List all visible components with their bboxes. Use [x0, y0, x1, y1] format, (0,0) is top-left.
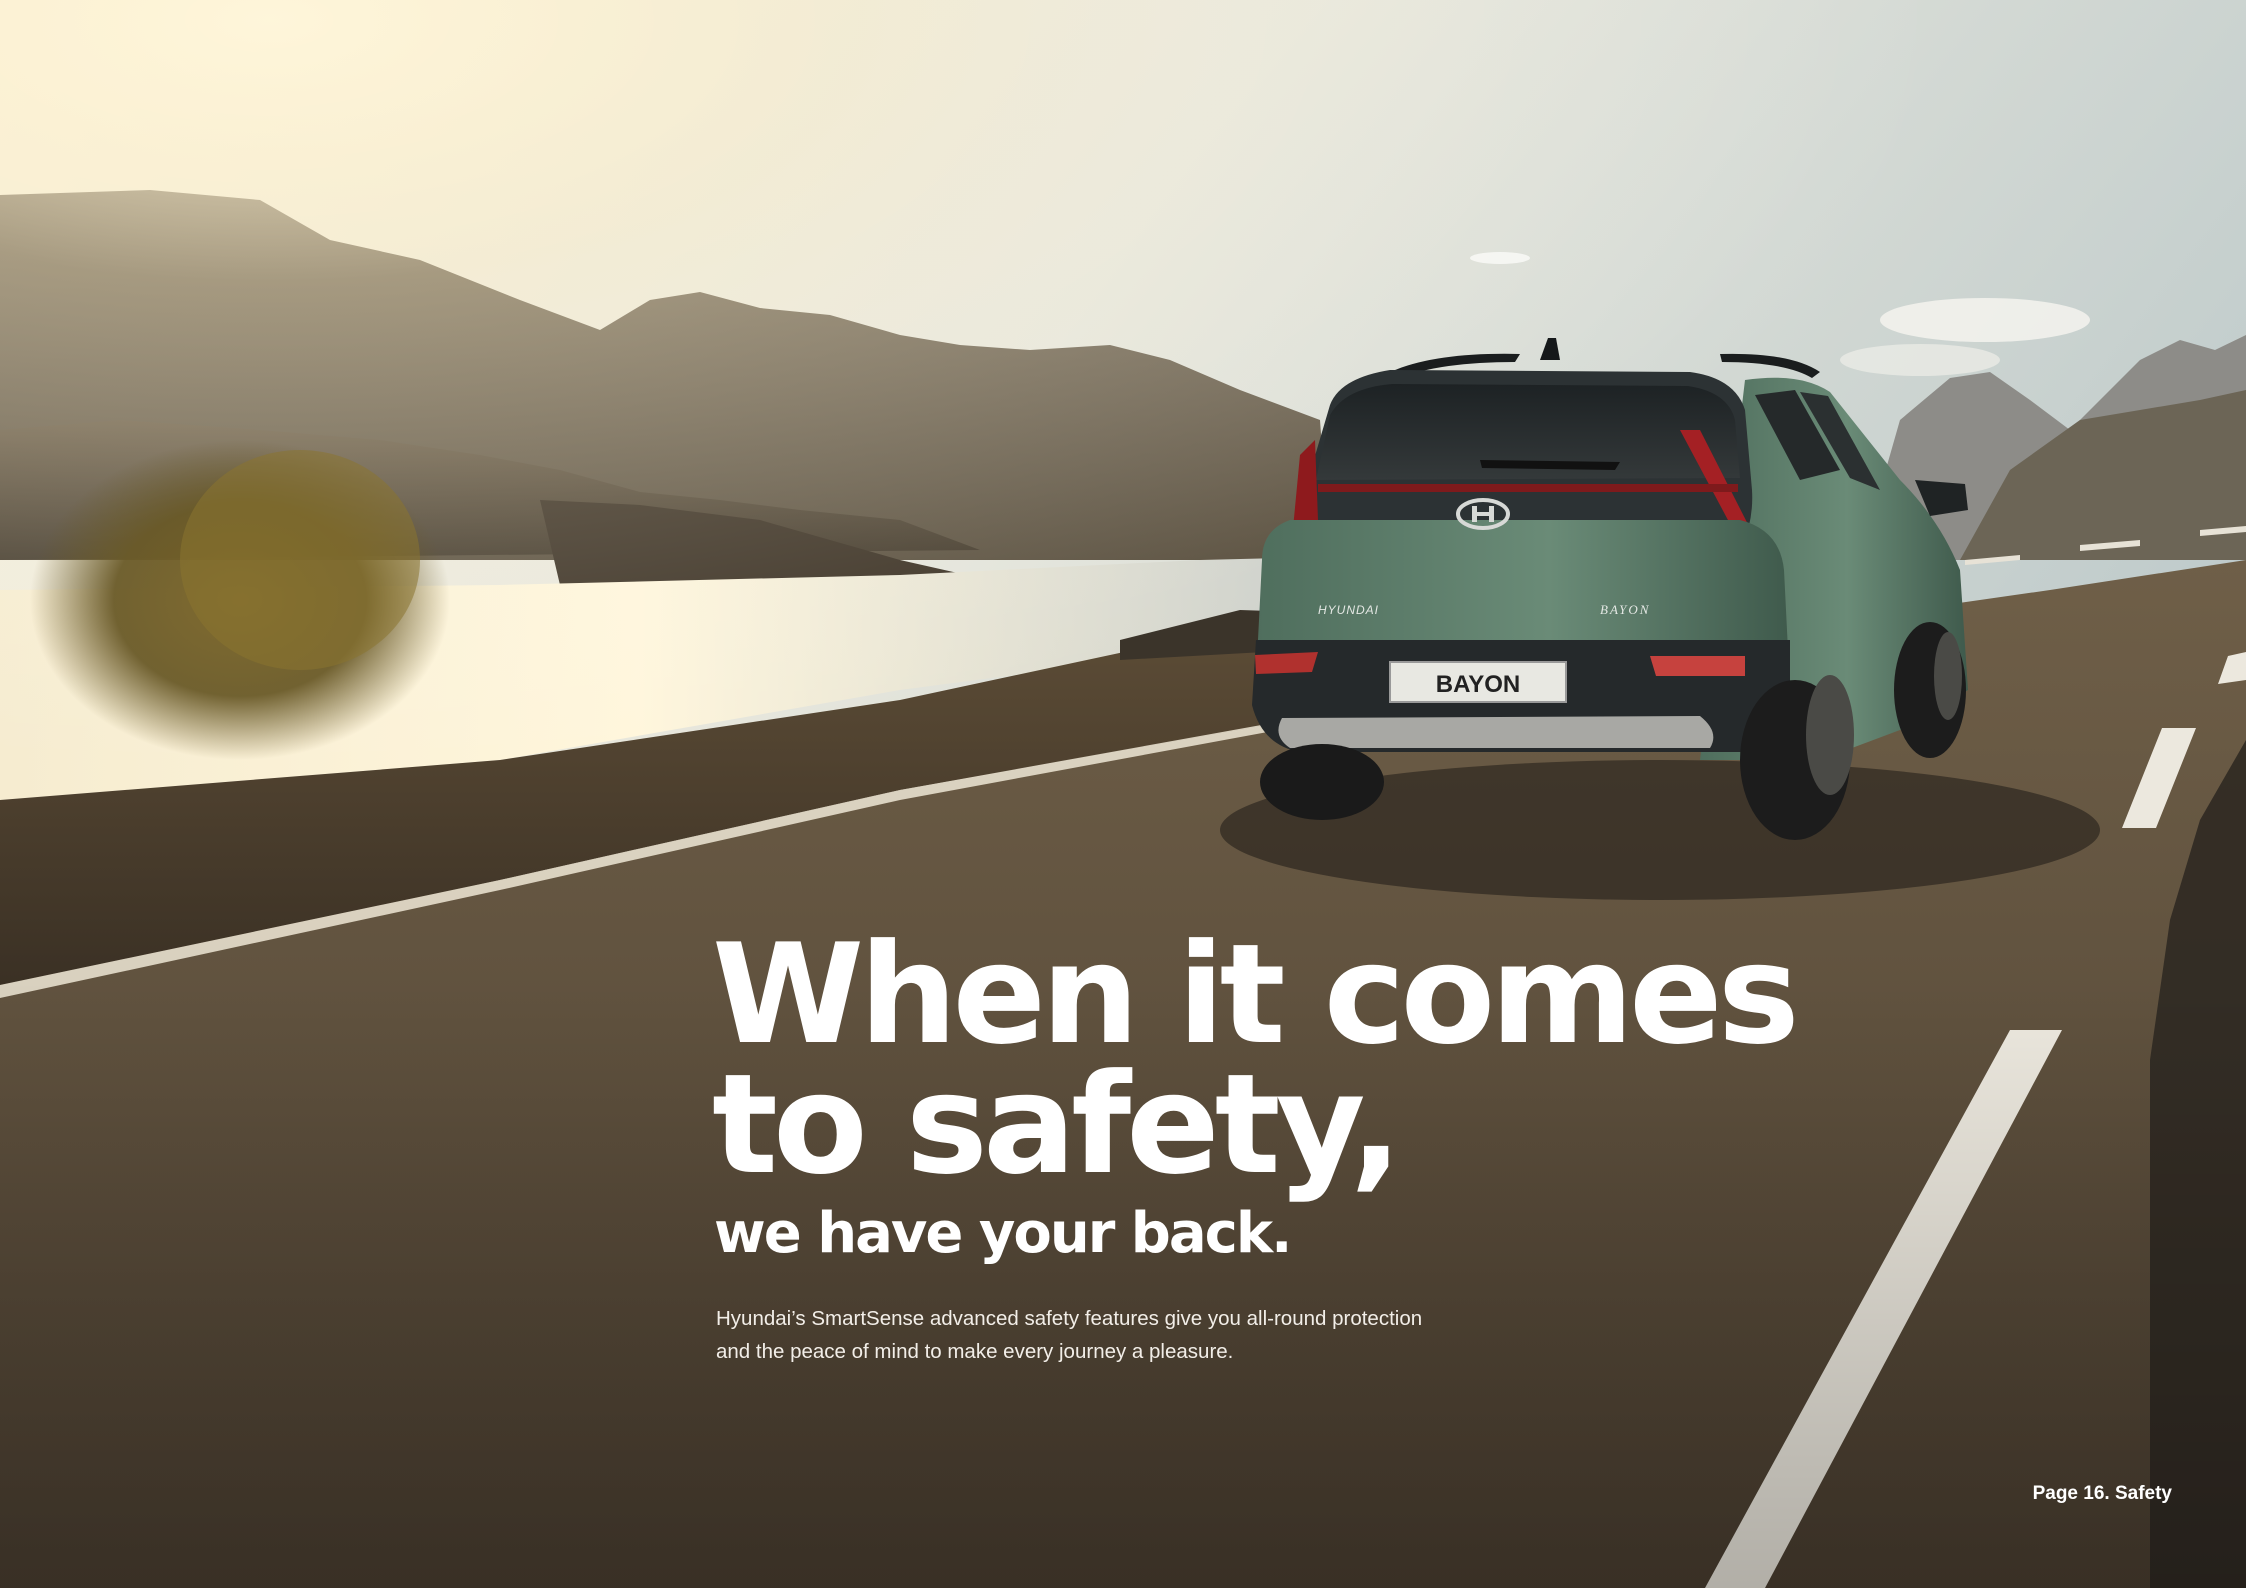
page-label: Page 16. Safety: [2032, 1483, 2172, 1504]
body-copy: Hyundai’s SmartSense advanced safety fea…: [716, 1302, 1536, 1368]
car-model-badge: BAYON: [1600, 602, 1650, 617]
headline-line-1: When it comes: [712, 914, 1800, 1075]
headline: When it comes to safety,: [712, 914, 1800, 1205]
car-brand-script: HYUNDAI: [1318, 603, 1379, 617]
subheadline: we have your back.: [714, 1201, 1292, 1266]
body-copy-line-1: Hyundai’s SmartSense advanced safety fea…: [716, 1307, 1423, 1330]
license-plate-text: BAYON: [1436, 671, 1520, 698]
body-copy-line-2: and the peace of mind to make every jour…: [716, 1340, 1234, 1363]
headline-line-2: to safety,: [712, 1044, 1402, 1205]
